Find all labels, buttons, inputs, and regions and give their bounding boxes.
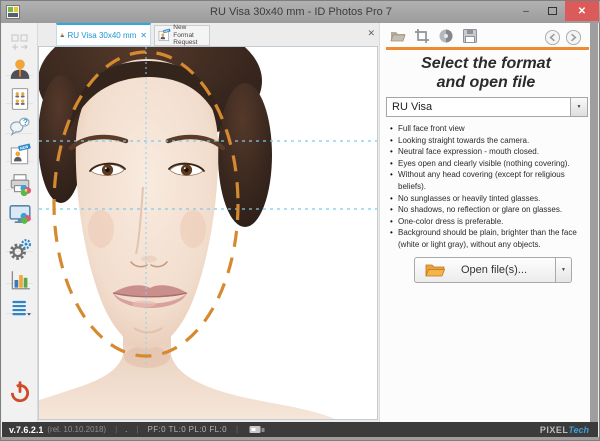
statusbar-separator: | — [236, 425, 238, 434]
window-border — [590, 23, 598, 422]
maximize-button[interactable] — [539, 1, 565, 21]
panel-heading: Select the format and open file — [380, 54, 592, 92]
requirement-item: No sunglasses or heavily tinted glasses. — [389, 193, 588, 205]
version-label: v.7.6.2.1 — [9, 425, 43, 435]
statusbar-separator: | — [136, 425, 138, 434]
format-panel: Select the format and open file RU Visa … — [379, 23, 592, 422]
tab-label: New FormatRequest — [173, 24, 207, 47]
titlebar: RU Visa 30x40 mm - ID Photos Pro 7 – ✕ — [1, 1, 600, 23]
tab-close-icon[interactable]: ✕ — [140, 31, 147, 40]
color-wheel-icon[interactable] — [438, 28, 454, 44]
pixeltech-logo: PIXELTech — [540, 425, 589, 435]
window-border — [1, 437, 599, 440]
format-dropdown[interactable]: RU Visa ▼ — [386, 97, 588, 117]
statusbar-separator: | — [115, 425, 117, 434]
chat-question-icon[interactable]: ? — [8, 115, 32, 139]
menu-icon[interactable] — [8, 296, 32, 320]
open-files-label: Open file(s)... — [445, 264, 555, 276]
requirement-item: Looking straight towards the camera. — [389, 135, 588, 147]
new-format-photo-icon[interactable]: NEW — [8, 143, 32, 167]
accent-divider — [386, 47, 589, 50]
app-logo-icon — [6, 5, 20, 19]
printer-colors-icon[interactable] — [8, 172, 32, 196]
svg-text:?: ? — [23, 118, 28, 127]
open-folder-icon[interactable] — [390, 28, 406, 44]
portrait-preview — [39, 47, 377, 419]
counters-label: PF:0 TL:0 PL:0 FL:0 — [147, 425, 227, 434]
forward-icon[interactable] — [565, 29, 582, 46]
close-button[interactable]: ✕ — [565, 1, 599, 21]
requirement-item: Full face front view — [389, 123, 588, 135]
save-icon[interactable] — [462, 28, 478, 44]
maximize-icon — [548, 7, 557, 15]
tab-label: RU Visa 30x40 mm — [68, 31, 137, 40]
person-icon[interactable] — [8, 57, 32, 81]
back-icon[interactable] — [544, 29, 561, 46]
window-title: RU Visa 30x40 mm - ID Photos Pro 7 — [1, 6, 600, 18]
panel-toolbar — [380, 27, 592, 45]
tabbar: RU Visa 30x40 mm ✕ NEW New FormatRequest… — [38, 23, 379, 46]
power-icon[interactable] — [8, 380, 32, 404]
tab-new-format-request[interactable]: NEW New FormatRequest — [154, 25, 210, 46]
chevron-down-icon[interactable]: ▼ — [570, 98, 587, 116]
open-files-dropdown[interactable]: ▼ — [555, 257, 572, 283]
folder-icon — [425, 262, 445, 278]
photo-canvas[interactable] — [38, 46, 378, 420]
status-indicator-icon — [249, 425, 265, 435]
sidebar: ? NEW — [2, 23, 38, 422]
new-format-photo-icon: NEW — [157, 28, 171, 43]
statistics-chart-icon[interactable] — [8, 268, 32, 292]
release-date-label: (rel. 10.10.2018) — [47, 425, 106, 434]
statusbar-dot: . — [125, 425, 127, 434]
requirement-item: No shadows, no reflection or glare on gl… — [389, 204, 588, 216]
tab-ru-visa[interactable]: RU Visa 30x40 mm ✕ — [56, 23, 151, 46]
requirement-item: Without any head covering (except for re… — [389, 169, 588, 192]
gears-icon[interactable] — [8, 237, 32, 261]
requirement-item: One-color dress is preferable. — [389, 216, 588, 228]
format-dropdown-value: RU Visa — [387, 101, 570, 113]
chevron-down-icon: ▼ — [561, 267, 566, 273]
print-sheet-icon[interactable] — [8, 87, 32, 111]
requirement-item: Background should be plain, brighter tha… — [389, 227, 588, 250]
requirement-item: Neutral face expression - mouth closed. — [389, 146, 588, 158]
app-window: RU Visa 30x40 mm - ID Photos Pro 7 – ✕ — [0, 0, 600, 441]
layout-grid-icon[interactable] — [8, 31, 32, 55]
requirement-item: Eyes open and clearly visible (nothing c… — [389, 158, 588, 170]
statusbar: v.7.6.2.1 (rel. 10.10.2018) | . | PF:0 T… — [2, 422, 598, 437]
tabbar-close-icon[interactable]: ✕ — [367, 28, 375, 39]
minimize-button[interactable]: – — [513, 1, 539, 21]
crop-icon[interactable] — [414, 28, 430, 44]
open-files-button[interactable]: Open file(s)... — [414, 257, 555, 283]
person-icon — [60, 28, 65, 42]
requirements-list: Full face front view Looking straight to… — [389, 123, 588, 251]
monitor-colors-icon[interactable] — [8, 202, 32, 226]
